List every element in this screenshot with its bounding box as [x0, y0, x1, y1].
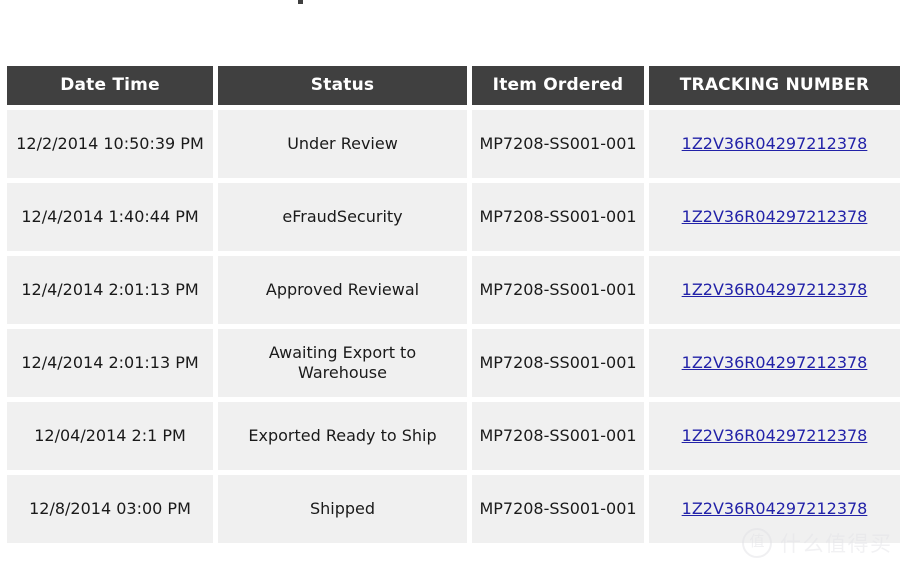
cell-status: Shipped — [218, 475, 467, 543]
tracking-number-link[interactable]: 1Z2V36R04297212378 — [682, 280, 868, 299]
cell-item-ordered: MP7208-SS001-001 — [472, 475, 644, 543]
cell-date-time: 12/4/2014 2:01:13 PM — [7, 329, 213, 397]
table-row: 12/4/2014 1:40:44 PM eFraudSecurity MP72… — [7, 183, 900, 251]
cell-status: Approved Reviewal — [218, 256, 467, 324]
cell-status: Awaiting Export to Warehouse — [218, 329, 467, 397]
cell-status: Under Review — [218, 110, 467, 178]
cell-date-time: 12/4/2014 1:40:44 PM — [7, 183, 213, 251]
column-header-tracking-number[interactable]: TRACKING NUMBER — [649, 66, 900, 105]
cell-date-time: 12/4/2014 2:01:13 PM — [7, 256, 213, 324]
cell-item-ordered: MP7208-SS001-001 — [472, 256, 644, 324]
cell-date-time: 12/2/2014 10:50:39 PM — [7, 110, 213, 178]
tracking-number-link[interactable]: 1Z2V36R04297212378 — [682, 499, 868, 518]
table-row: 12/04/2014 2:1 PM Exported Ready to Ship… — [7, 402, 900, 470]
cell-status: Exported Ready to Ship — [218, 402, 467, 470]
tracking-number-link[interactable]: 1Z2V36R04297212378 — [682, 207, 868, 226]
table-row: 12/4/2014 2:01:13 PM Approved Reviewal M… — [7, 256, 900, 324]
table-header-row: Date Time Status Item Ordered TRACKING N… — [7, 66, 900, 105]
column-header-status[interactable]: Status — [218, 66, 467, 105]
cell-tracking-number: 1Z2V36R04297212378 — [649, 110, 900, 178]
table-row: 12/8/2014 03:00 PM Shipped MP7208-SS001-… — [7, 475, 900, 543]
table-row: 12/2/2014 10:50:39 PM Under Review MP720… — [7, 110, 900, 178]
tracking-number-link[interactable]: 1Z2V36R04297212378 — [682, 426, 868, 445]
table-header: Date Time Status Item Ordered TRACKING N… — [7, 66, 900, 105]
clipped-content-artifact — [298, 0, 303, 4]
tracking-number-link[interactable]: 1Z2V36R04297212378 — [682, 353, 868, 372]
cell-date-time: 12/04/2014 2:1 PM — [7, 402, 213, 470]
cell-tracking-number: 1Z2V36R04297212378 — [649, 402, 900, 470]
column-header-item-ordered[interactable]: Item Ordered — [472, 66, 644, 105]
column-header-date-time[interactable]: Date Time — [7, 66, 213, 105]
cell-status: eFraudSecurity — [218, 183, 467, 251]
cell-date-time: 12/8/2014 03:00 PM — [7, 475, 213, 543]
cell-tracking-number: 1Z2V36R04297212378 — [649, 256, 900, 324]
table-body: 12/2/2014 10:50:39 PM Under Review MP720… — [7, 110, 900, 543]
tracking-number-link[interactable]: 1Z2V36R04297212378 — [682, 134, 868, 153]
cell-item-ordered: MP7208-SS001-001 — [472, 329, 644, 397]
cell-tracking-number: 1Z2V36R04297212378 — [649, 183, 900, 251]
cell-item-ordered: MP7208-SS001-001 — [472, 402, 644, 470]
cell-item-ordered: MP7208-SS001-001 — [472, 110, 644, 178]
table-row: 12/4/2014 2:01:13 PM Awaiting Export to … — [7, 329, 900, 397]
order-status-history-table: Date Time Status Item Ordered TRACKING N… — [2, 61, 905, 548]
cell-item-ordered: MP7208-SS001-001 — [472, 183, 644, 251]
cell-tracking-number: 1Z2V36R04297212378 — [649, 475, 900, 543]
cell-tracking-number: 1Z2V36R04297212378 — [649, 329, 900, 397]
